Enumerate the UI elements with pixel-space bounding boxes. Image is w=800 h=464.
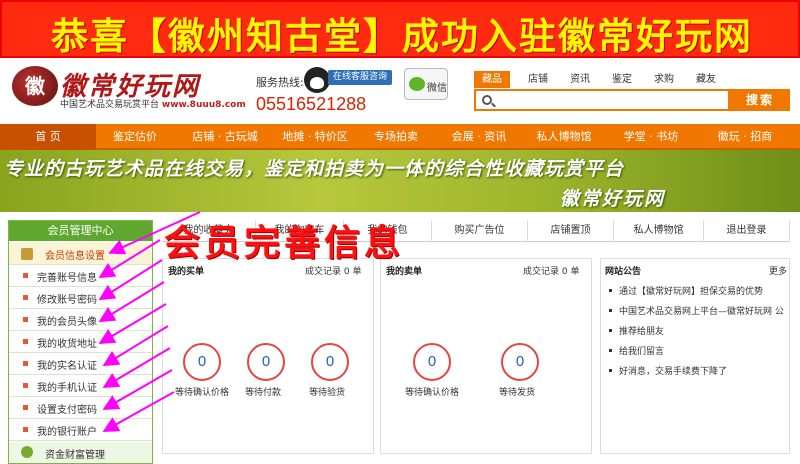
bullet-icon (609, 289, 612, 292)
counter-await-price[interactable]: 0 (413, 343, 451, 381)
slogan-line1: 专业的古玩艺术品在线交易，鉴定和拍卖为一体的综合性收藏玩赏平台 (4, 158, 625, 180)
settings-icon (21, 248, 33, 260)
qq-icon[interactable] (304, 67, 330, 93)
bullet-icon (23, 361, 28, 366)
search-icon (482, 95, 492, 105)
nav-bargain[interactable]: 地摊 · 特价区 (272, 124, 358, 150)
news-item[interactable]: 给我们留言 (609, 343, 785, 359)
news-item[interactable]: 好消息，交易手续费下降了 (609, 363, 785, 379)
bullet-icon (609, 369, 612, 372)
annotation-title: 会员完善信息 (164, 222, 405, 264)
search-tab-collectors[interactable]: 藏友 (688, 71, 724, 88)
search-category-tabs: 藏品 店铺 资讯 鉴定 求购 藏友 (474, 71, 790, 88)
online-service-button[interactable]: 在线客服咨询 (328, 70, 392, 85)
counter-await-shipping[interactable]: 0 (501, 343, 539, 381)
bullet-icon (23, 273, 28, 278)
slogan-banner: 专业的古玩艺术品在线交易，鉴定和拍卖为一体的综合性收藏玩赏平台 徽常好玩网 (0, 150, 800, 212)
search-tab-wanted[interactable]: 求购 (646, 71, 682, 88)
news-item[interactable]: 推荐给朋友 (609, 323, 785, 339)
bullet-icon (609, 349, 612, 352)
sidebar-item-account-info[interactable]: 完善账号信息 (9, 265, 152, 287)
nav-academy[interactable]: 学堂 · 书坊 (606, 124, 696, 150)
sidebar-item-address[interactable]: 我的收货地址 (9, 331, 152, 353)
search-tab-appraisal[interactable]: 鉴定 (604, 71, 640, 88)
sidebar-item-phone[interactable]: 我的手机认证 (9, 375, 152, 397)
nav-home[interactable]: 首 页 (0, 124, 96, 150)
hotline-label: 服务热线: (256, 76, 304, 89)
record-summary: 成交记录 0 单 (523, 267, 580, 277)
top-banner[interactable]: 恭喜【徽州知古堂】成功入驻徽常好玩网 (0, 0, 800, 58)
bullet-icon (23, 317, 28, 322)
sidebar-item-pay-password[interactable]: 设置支付密码 (9, 397, 152, 419)
counter-await-payment[interactable]: 0 (247, 343, 285, 381)
nav-shops[interactable]: 店铺 · 古玩城 (180, 124, 270, 150)
sidebar-item-member-settings[interactable]: 会员信息设置 (9, 243, 152, 265)
nav-auction[interactable]: 专场拍卖 (358, 124, 434, 150)
bullet-icon (23, 383, 28, 388)
search-tab-collectibles[interactable]: 藏品 (474, 71, 510, 88)
logo-mark: 徽 (12, 66, 58, 106)
announcements-panel: 网站公告 更多 通过【徽常好玩网】担保交易的优势 中国艺术品交易网上平台—徽常好… (600, 258, 790, 454)
bullet-icon (23, 427, 28, 432)
sidebar-item-realname[interactable]: 我的实名认证 (9, 353, 152, 375)
news-item[interactable]: 中国艺术品交易网上平台—徽常好玩网 公 (609, 303, 785, 319)
counter-await-inspection[interactable]: 0 (311, 343, 349, 381)
sidebar-item-password[interactable]: 修改账号密码 (9, 287, 152, 309)
buy-orders-panel: 我的买单 成交记录 0 单 0 等待确认价格 0 等待付款 0 等待验货 (162, 258, 374, 454)
panel-title: 网站公告 (605, 267, 642, 277)
counter-label: 等待确认价格 (405, 388, 460, 398)
bullet-icon (23, 339, 28, 344)
logo-tagline: 中国艺术品交易玩赏平台 www.8uuu8.com (60, 100, 246, 110)
tab-museum[interactable]: 私人博物馆 (614, 220, 704, 242)
banner-text: 恭喜【徽州知古堂】成功入驻徽常好玩网 (51, 14, 753, 58)
hotline-phone: 05516521288 (256, 94, 367, 114)
sidebar-header: 会员管理中心 (9, 221, 152, 241)
bullet-icon (23, 405, 28, 410)
counter-await-price[interactable]: 0 (183, 343, 221, 381)
bullet-icon (23, 295, 28, 300)
tab-shop-top[interactable]: 店铺置顶 (528, 220, 614, 242)
nav-exhibition[interactable]: 会展 · 资讯 (434, 124, 524, 150)
site-logo[interactable]: 徽 徽常好玩网 中国艺术品交易玩赏平台 www.8uuu8.com (12, 66, 246, 110)
member-sidebar: 会员管理中心 会员信息设置 完善账号信息 修改账号密码 我的会员头像 我的收货地… (8, 220, 153, 464)
bullet-icon (609, 309, 612, 312)
counter-label: 等待确认价格 (175, 388, 230, 398)
more-link[interactable]: 更多 (769, 264, 787, 277)
wechat-button[interactable]: 微信 (404, 68, 448, 100)
counter-label: 等待验货 (309, 388, 346, 398)
search-tab-shops[interactable]: 店铺 (520, 71, 556, 88)
news-item[interactable]: 通过【徽常好玩网】担保交易的优势 (609, 283, 785, 299)
search-button[interactable]: 搜索 (730, 89, 790, 111)
tab-logout[interactable]: 退出登录 (704, 220, 790, 242)
nav-appraisal[interactable]: 鉴定估价 (100, 124, 170, 150)
search-tab-news[interactable]: 资讯 (562, 71, 598, 88)
wechat-label: 微信 (427, 83, 447, 94)
record-count: 0 (343, 267, 350, 277)
nav-museum[interactable]: 私人博物馆 (524, 124, 604, 150)
record-count: 0 (561, 267, 568, 277)
wechat-icon (409, 77, 425, 91)
nav-investment[interactable]: 徽玩 · 招商 (700, 124, 790, 150)
coin-icon (21, 446, 33, 458)
slogan-line2: 徽常好玩网 (560, 188, 666, 210)
counter-label: 等待付款 (245, 388, 282, 398)
bullet-icon (609, 329, 612, 332)
sidebar-item-avatar[interactable]: 我的会员头像 (9, 309, 152, 331)
counter-label: 等待发货 (499, 388, 536, 398)
search-input[interactable] (474, 89, 730, 111)
tab-buy-ad[interactable]: 购买广告位 (432, 220, 528, 242)
logo-domain: www.8uuu8.com (161, 100, 246, 110)
sell-orders-panel: 我的卖单 成交记录 0 单 0 等待确认价格 0 等待发货 (380, 258, 592, 454)
sidebar-item-funds[interactable]: 资金财富管理 (9, 443, 152, 463)
sidebar-item-bank[interactable]: 我的银行账户 (9, 419, 152, 441)
main-nav: 首 页 鉴定估价 店铺 · 古玩城 地摊 · 特价区 专场拍卖 会展 · 资讯 … (0, 124, 800, 150)
